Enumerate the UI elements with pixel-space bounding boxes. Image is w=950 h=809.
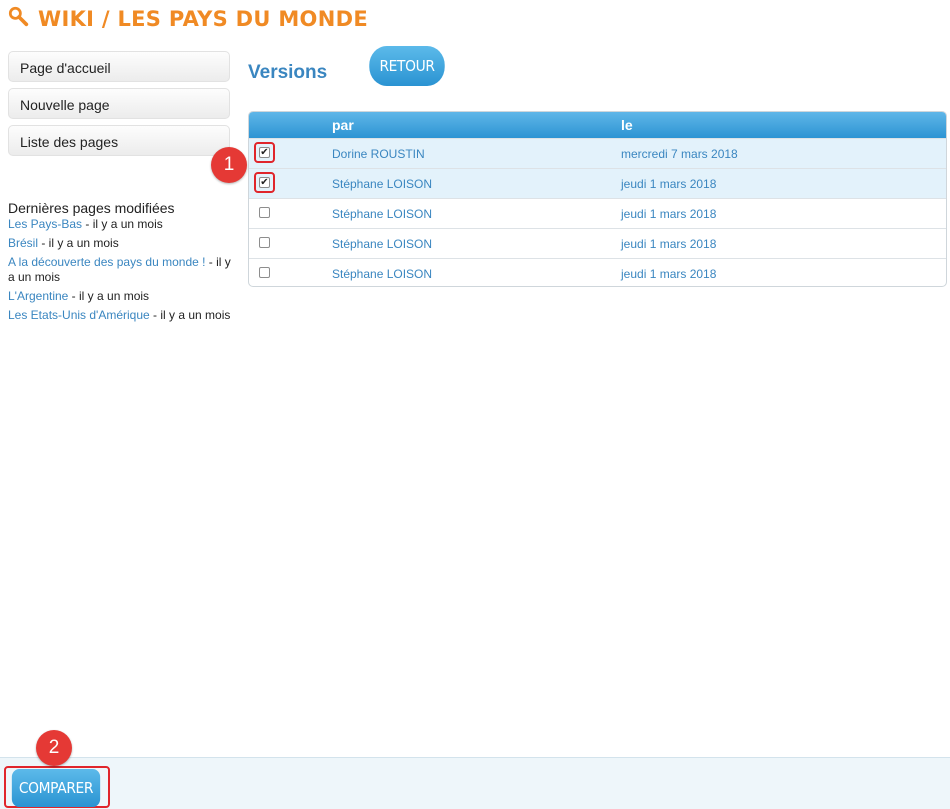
page-title: WIKI / LES PAYS DU MONDE bbox=[38, 7, 368, 31]
back-button[interactable]: RETOUR bbox=[369, 46, 445, 86]
row-author: Stéphane LOISON bbox=[332, 177, 433, 191]
recent-page-link[interactable]: Brésil bbox=[8, 236, 38, 250]
recent-page-time: - il y a un mois bbox=[82, 217, 163, 231]
recent-page-link[interactable]: L'Argentine bbox=[8, 289, 68, 303]
table-header: par le bbox=[249, 112, 946, 138]
recent-page-link[interactable]: A la découverte des pays du monde ! bbox=[8, 255, 205, 269]
table-row: ✔ Dorine ROUSTIN mercredi 7 mars 2018 bbox=[249, 138, 946, 168]
versions-title: Versions bbox=[248, 62, 328, 83]
table-row: ✔ Stéphane LOISON jeudi 1 mars 2018 bbox=[249, 168, 946, 198]
column-header-date: le bbox=[621, 117, 633, 133]
recent-page-link[interactable]: Les Pays-Bas bbox=[8, 217, 82, 231]
row-author: Stéphane LOISON bbox=[332, 237, 433, 251]
step-badge-1: 1 bbox=[211, 147, 247, 183]
version-checkbox[interactable] bbox=[259, 207, 270, 218]
row-author: Stéphane LOISON bbox=[332, 267, 433, 281]
list-item: A la découverte des pays du monde ! - il… bbox=[8, 255, 233, 285]
version-checkbox[interactable] bbox=[259, 267, 270, 278]
version-checkbox[interactable]: ✔ bbox=[259, 147, 270, 158]
list-item: Brésil - il y a un mois bbox=[8, 236, 233, 251]
table-row: Stéphane LOISON jeudi 1 mars 2018 bbox=[249, 228, 946, 258]
column-header-by: par bbox=[332, 117, 354, 133]
row-date: jeudi 1 mars 2018 bbox=[621, 207, 717, 221]
recent-page-time: - il y a un mois bbox=[68, 289, 150, 303]
row-author: Stéphane LOISON bbox=[332, 207, 433, 221]
recent-pages: Dernières pages modifiées Les Pays-Bas -… bbox=[8, 201, 233, 327]
recent-page-time: - il y a un mois bbox=[149, 308, 231, 322]
table-row: Stéphane LOISON jeudi 1 mars 2018 bbox=[249, 258, 946, 286]
recent-pages-title: Dernières pages modifiées bbox=[8, 200, 175, 216]
footer-bar bbox=[0, 757, 950, 809]
recent-page-link[interactable]: Les Etats-Unis d'Amérique bbox=[8, 308, 150, 322]
step-badge-2: 2 bbox=[36, 730, 72, 766]
version-checkbox[interactable] bbox=[259, 237, 270, 248]
app-title: WIKI / LES PAYS DU MONDE bbox=[8, 6, 368, 32]
recent-page-time: - il y a un mois bbox=[38, 236, 119, 250]
list-item: Les Etats-Unis d'Amérique - il y a un mo… bbox=[8, 308, 233, 323]
row-date: mercredi 7 mars 2018 bbox=[621, 147, 738, 161]
row-date: jeudi 1 mars 2018 bbox=[621, 267, 717, 281]
versions-table: par le ✔ Dorine ROUSTIN mercredi 7 mars … bbox=[248, 111, 947, 287]
row-date: jeudi 1 mars 2018 bbox=[621, 177, 717, 191]
sidebar-item-page-list[interactable]: Liste des pages bbox=[8, 125, 230, 156]
version-checkbox[interactable]: ✔ bbox=[259, 177, 270, 188]
sidebar-item-new-page[interactable]: Nouvelle page bbox=[8, 88, 230, 119]
list-item: Les Pays-Bas - il y a un mois bbox=[8, 217, 233, 232]
search-icon bbox=[8, 6, 30, 33]
row-date: jeudi 1 mars 2018 bbox=[621, 237, 717, 251]
row-author: Dorine ROUSTIN bbox=[332, 147, 425, 161]
sidebar-item-home[interactable]: Page d'accueil bbox=[8, 51, 230, 82]
list-item: L'Argentine - il y a un mois bbox=[8, 289, 233, 304]
compare-button[interactable]: COMPARER bbox=[11, 769, 101, 807]
table-row: Stéphane LOISON jeudi 1 mars 2018 bbox=[249, 198, 946, 228]
